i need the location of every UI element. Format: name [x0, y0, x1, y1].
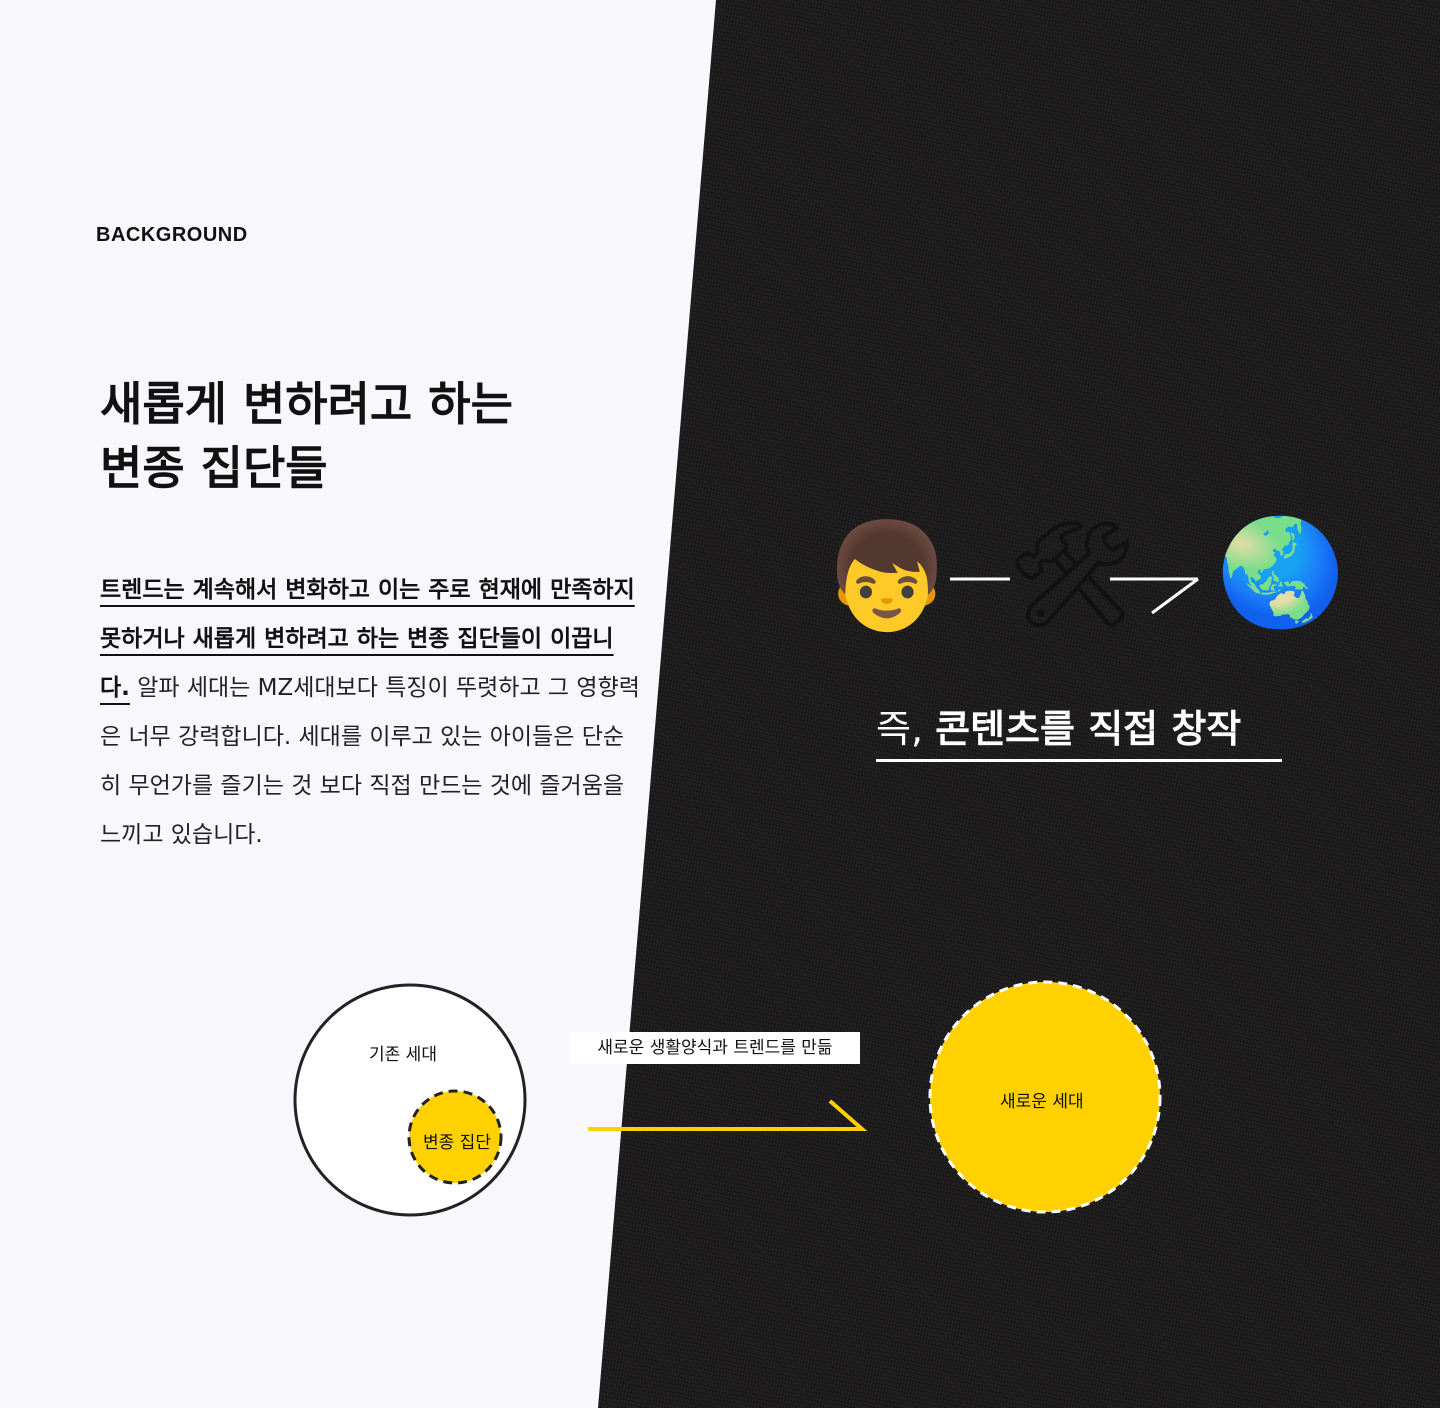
boy-emoji-icon: 👦	[822, 515, 952, 637]
hammer-wrench-icon: 🛠	[1006, 513, 1139, 635]
arrow-note: 새로운 생활양식과 트렌드를 만듦	[570, 1032, 860, 1064]
headline-line-1: 새롭게 변하려고 하는	[100, 377, 513, 431]
body-rest: 알파 세대는 MZ세대보다 특징이 뚜렷하고 그 영향력은 너무 강력합니다. …	[100, 675, 640, 848]
existing-generation-label: 기존 세대	[369, 1045, 437, 1065]
headline-line-2: 변종 집단들	[100, 441, 328, 495]
connector-line-diagonal	[1151, 577, 1199, 615]
new-generation-label: 새로운 세대	[1000, 1092, 1084, 1112]
tagline: 즉, 콘텐츠를 직접 창작	[876, 698, 1282, 762]
tagline-prefix: 즉,	[876, 707, 936, 751]
section-label: BACKGROUND	[96, 224, 248, 246]
tagline-emphasis: 콘텐츠를 직접 창작	[935, 707, 1242, 751]
globe-icon: 🌏	[1216, 511, 1346, 633]
existing-generation-circle	[293, 983, 527, 1217]
headline: 새롭게 변하려고 하는 변종 집단들	[100, 372, 660, 500]
variant-group-label: 변종 집단	[423, 1133, 491, 1153]
body-paragraph: 트렌드는 계속해서 변화하고 이는 주로 현재에 만족하지 못하거나 새롭게 변…	[100, 566, 640, 860]
